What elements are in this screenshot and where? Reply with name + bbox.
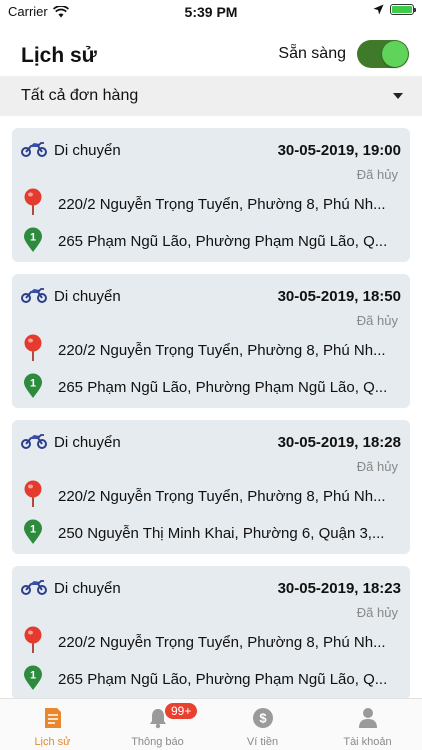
wallet-icon: $ [252, 708, 273, 728]
order-type: Di chuyển [54, 142, 121, 159]
order-status: Đã hủy [356, 313, 398, 328]
destination-address: 265 Phạm Ngũ Lão, Phường Phạm Ngũ Lão, Q… [58, 379, 388, 396]
motorbike-icon [21, 288, 47, 303]
user-icon [358, 708, 377, 728]
origin-address: 220/2 Nguyễn Trọng Tuyển, Phường 8, Phú … [58, 488, 386, 505]
order-datetime: 30-05-2019, 18:23 [277, 580, 401, 597]
toggle-knob [382, 41, 408, 67]
location-arrow-icon [373, 4, 384, 15]
caret-down-icon [393, 93, 403, 99]
ready-label: Sẵn sàng [278, 45, 346, 62]
origin-address: 220/2 Nguyễn Trọng Tuyển, Phường 8, Phú … [58, 634, 386, 651]
order-card[interactable]: Di chuyển 30-05-2019, 18:28 Đã hủy 220/2… [12, 420, 410, 554]
motorbike-icon [21, 434, 47, 449]
origin-address: 220/2 Nguyễn Trọng Tuyển, Phường 8, Phú … [58, 196, 386, 213]
motorbike-icon [21, 142, 47, 157]
svg-text:$: $ [259, 711, 267, 726]
order-card[interactable]: Di chuyển 30-05-2019, 18:23 Đã hủy 220/2… [12, 566, 410, 698]
tab-label: Tài khoản [343, 736, 392, 748]
page-header: Lịch sử Sẵn sàng [0, 36, 422, 76]
page-title: Lịch sử [21, 44, 97, 67]
notification-badge: 99+ [165, 703, 198, 719]
order-datetime: 30-05-2019, 19:00 [277, 142, 401, 159]
battery-icon [390, 4, 416, 15]
order-type: Di chuyển [54, 580, 121, 597]
clock: 5:39 PM [184, 4, 238, 20]
order-status: Đã hủy [356, 605, 398, 620]
order-datetime: 30-05-2019, 18:28 [277, 434, 401, 451]
destination-address: 250 Nguyễn Thị Minh Khai, Phường 6, Quận… [58, 525, 385, 542]
tab-history[interactable]: Lịch sử [0, 699, 105, 750]
filter-selected-label: Tất cả đơn hàng [21, 87, 139, 104]
destination-pin-icon: 1 [24, 373, 42, 398]
order-status: Đã hủy [356, 167, 398, 182]
order-datetime: 30-05-2019, 18:50 [277, 288, 401, 305]
origin-address: 220/2 Nguyễn Trọng Tuyển, Phường 8, Phú … [58, 342, 386, 359]
origin-pin-icon [24, 480, 42, 507]
tab-wallet[interactable]: $ Ví tiền [210, 699, 315, 750]
tab-label: Lịch sử [34, 736, 71, 748]
origin-pin-icon [24, 188, 42, 215]
motorbike-icon [21, 580, 47, 595]
bottom-tab-bar: Lịch sử 99+ Thông báo $ Ví tiền Tài khoả… [0, 698, 422, 750]
destination-pin-icon: 1 [24, 665, 42, 690]
tab-notifications[interactable]: 99+ Thông báo [105, 699, 210, 750]
status-bar: Carrier 5:39 PM [0, 0, 422, 24]
destination-number: 1 [30, 670, 36, 682]
order-status: Đã hủy [356, 459, 398, 474]
destination-pin-icon: 1 [24, 227, 42, 252]
tab-label: Thông báo [131, 736, 184, 748]
order-card[interactable]: Di chuyển 30-05-2019, 18:50 Đã hủy 220/2… [12, 274, 410, 408]
document-icon [44, 708, 61, 728]
destination-number: 1 [30, 232, 36, 244]
ready-toggle[interactable] [357, 40, 409, 68]
order-filter-dropdown[interactable]: Tất cả đơn hàng [0, 76, 422, 116]
origin-pin-icon [24, 626, 42, 653]
order-history-list[interactable]: Di chuyển 30-05-2019, 19:00 Đã hủy 220/2… [12, 128, 410, 698]
order-type: Di chuyển [54, 434, 121, 451]
destination-pin-icon: 1 [24, 519, 42, 544]
tab-label: Ví tiền [246, 736, 279, 748]
destination-address: 265 Phạm Ngũ Lão, Phường Phạm Ngũ Lão, Q… [58, 233, 388, 250]
destination-number: 1 [30, 524, 36, 536]
origin-pin-icon [24, 334, 42, 361]
tab-account[interactable]: Tài khoản [315, 699, 420, 750]
destination-address: 265 Phạm Ngũ Lão, Phường Phạm Ngũ Lão, Q… [58, 671, 388, 688]
status-right [373, 4, 416, 15]
destination-number: 1 [30, 378, 36, 390]
order-type: Di chuyển [54, 288, 121, 305]
order-card[interactable]: Di chuyển 30-05-2019, 19:00 Đã hủy 220/2… [12, 128, 410, 262]
